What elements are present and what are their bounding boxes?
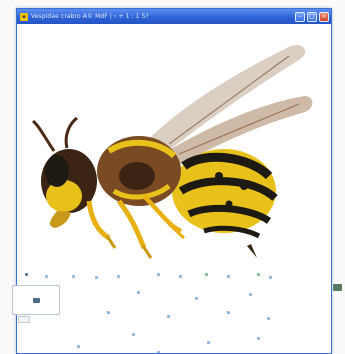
- app-icon: ▪: [20, 12, 28, 21]
- maximize-button[interactable]: □: [307, 11, 317, 22]
- status-indicator: [333, 284, 342, 291]
- image-thumbnail-icon: [32, 297, 40, 303]
- thumbnail-strip: [17, 271, 331, 353]
- title-bar[interactable]: ▪ Vespidae crabro Â© MdF | ‹ + 1 : 1 5? …: [17, 9, 331, 24]
- viewer-window: ▪ Vespidae crabro Â© MdF | ‹ + 1 : 1 5? …: [16, 8, 332, 354]
- window-title: Vespidae crabro Â© MdF | ‹ + 1 : 1 5?: [31, 13, 149, 20]
- close-button[interactable]: ×: [319, 11, 329, 22]
- hornet-image: [31, 45, 313, 259]
- image-canvas[interactable]: [19, 26, 329, 276]
- hornet-leg-middle: [116, 199, 147, 249]
- panel-toggle-button[interactable]: [18, 316, 30, 323]
- hornet-leg-front: [86, 200, 111, 241]
- thumbnail-panel[interactable]: [12, 285, 60, 315]
- minimize-button[interactable]: –: [295, 11, 305, 22]
